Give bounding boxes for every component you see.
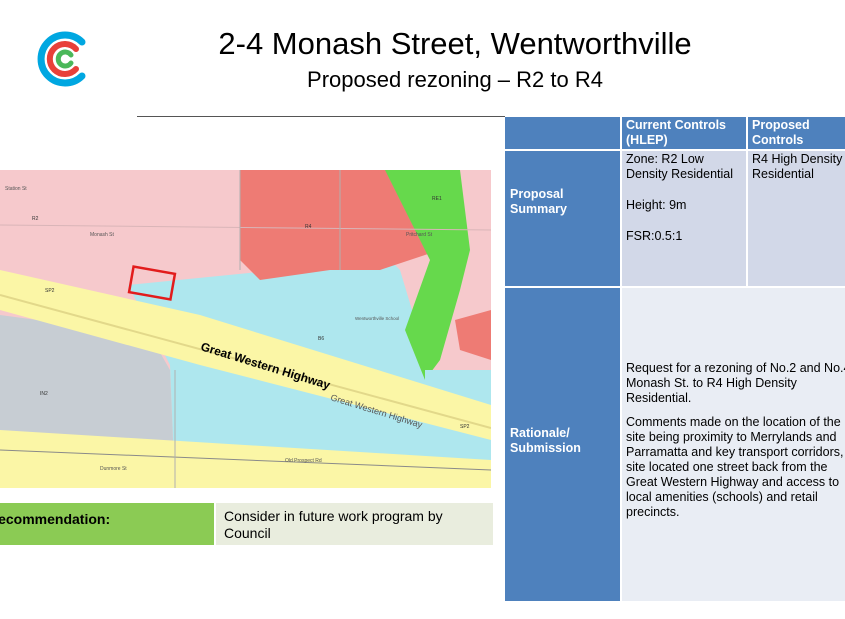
recommendation-box: Recommendation: Consider in future work … [0, 503, 493, 545]
page-subtitle: Proposed rezoning – R2 to R4 [307, 67, 603, 92]
map-label-dunmore: Dunmore St [100, 466, 127, 472]
current-controls-cell: Zone: R2 Low Density Residential Height:… [622, 151, 746, 286]
map-label-re1: RE1 [432, 196, 442, 202]
map-label-in: IN2 [40, 391, 48, 397]
rationale-cell: Request for a rezoning of No.2 and No.4 … [622, 288, 845, 601]
map-label-r4: R4 [305, 224, 312, 230]
map-label-b6: B6 [318, 336, 324, 342]
map-label-r2: R2 [32, 216, 39, 222]
map-label-school: Wentworthville School [355, 316, 399, 321]
map-label-pritchard: Pritchard St [406, 232, 433, 238]
rationale-paragraph-1: Request for a rezoning of No.2 and No.4 … [626, 361, 845, 405]
row-label-rationale: Rationale/ Submission [505, 288, 620, 601]
map-label-old: Old Prospect Rd [285, 458, 322, 464]
column-header-proposed: Proposed Controls [748, 117, 845, 149]
current-fsr: FSR:0.5:1 [626, 229, 683, 243]
proposed-zone: R4 High Density Residential [752, 152, 843, 181]
current-height: Height: 9m [626, 198, 687, 212]
council-logo-icon [34, 30, 92, 88]
table-corner [505, 117, 620, 149]
recommendation-label-cell: Recommendation: [0, 503, 214, 545]
map-label-sp2b: SP2 [460, 424, 470, 430]
recommendation-label: Recommendation: [0, 511, 111, 527]
page-title: 2-4 Monash Street, Wentworthville [218, 26, 692, 61]
proposal-table: Current Controls (HLEP) Proposed Control… [505, 117, 845, 601]
zoning-map: Great Western Highway Great Western High… [0, 170, 491, 488]
rationale-paragraph-2: Comments made on the location of the sit… [626, 415, 844, 519]
column-header-current: Current Controls (HLEP) [622, 117, 746, 149]
proposed-controls-cell: R4 High Density Residential [748, 151, 845, 286]
map-label-sp2: SP2 [45, 288, 55, 294]
map-label-station: Station St [5, 186, 27, 192]
recommendation-text-cell: Consider in future work program by Counc… [216, 503, 493, 545]
current-zone: Zone: R2 Low Density Residential [626, 152, 733, 181]
row-label-proposal-summary: Proposal Summary [505, 151, 620, 286]
title-divider [137, 116, 505, 117]
map-label-monash: Monash St [90, 232, 115, 238]
recommendation-text: Consider in future work program by Counc… [224, 508, 443, 541]
